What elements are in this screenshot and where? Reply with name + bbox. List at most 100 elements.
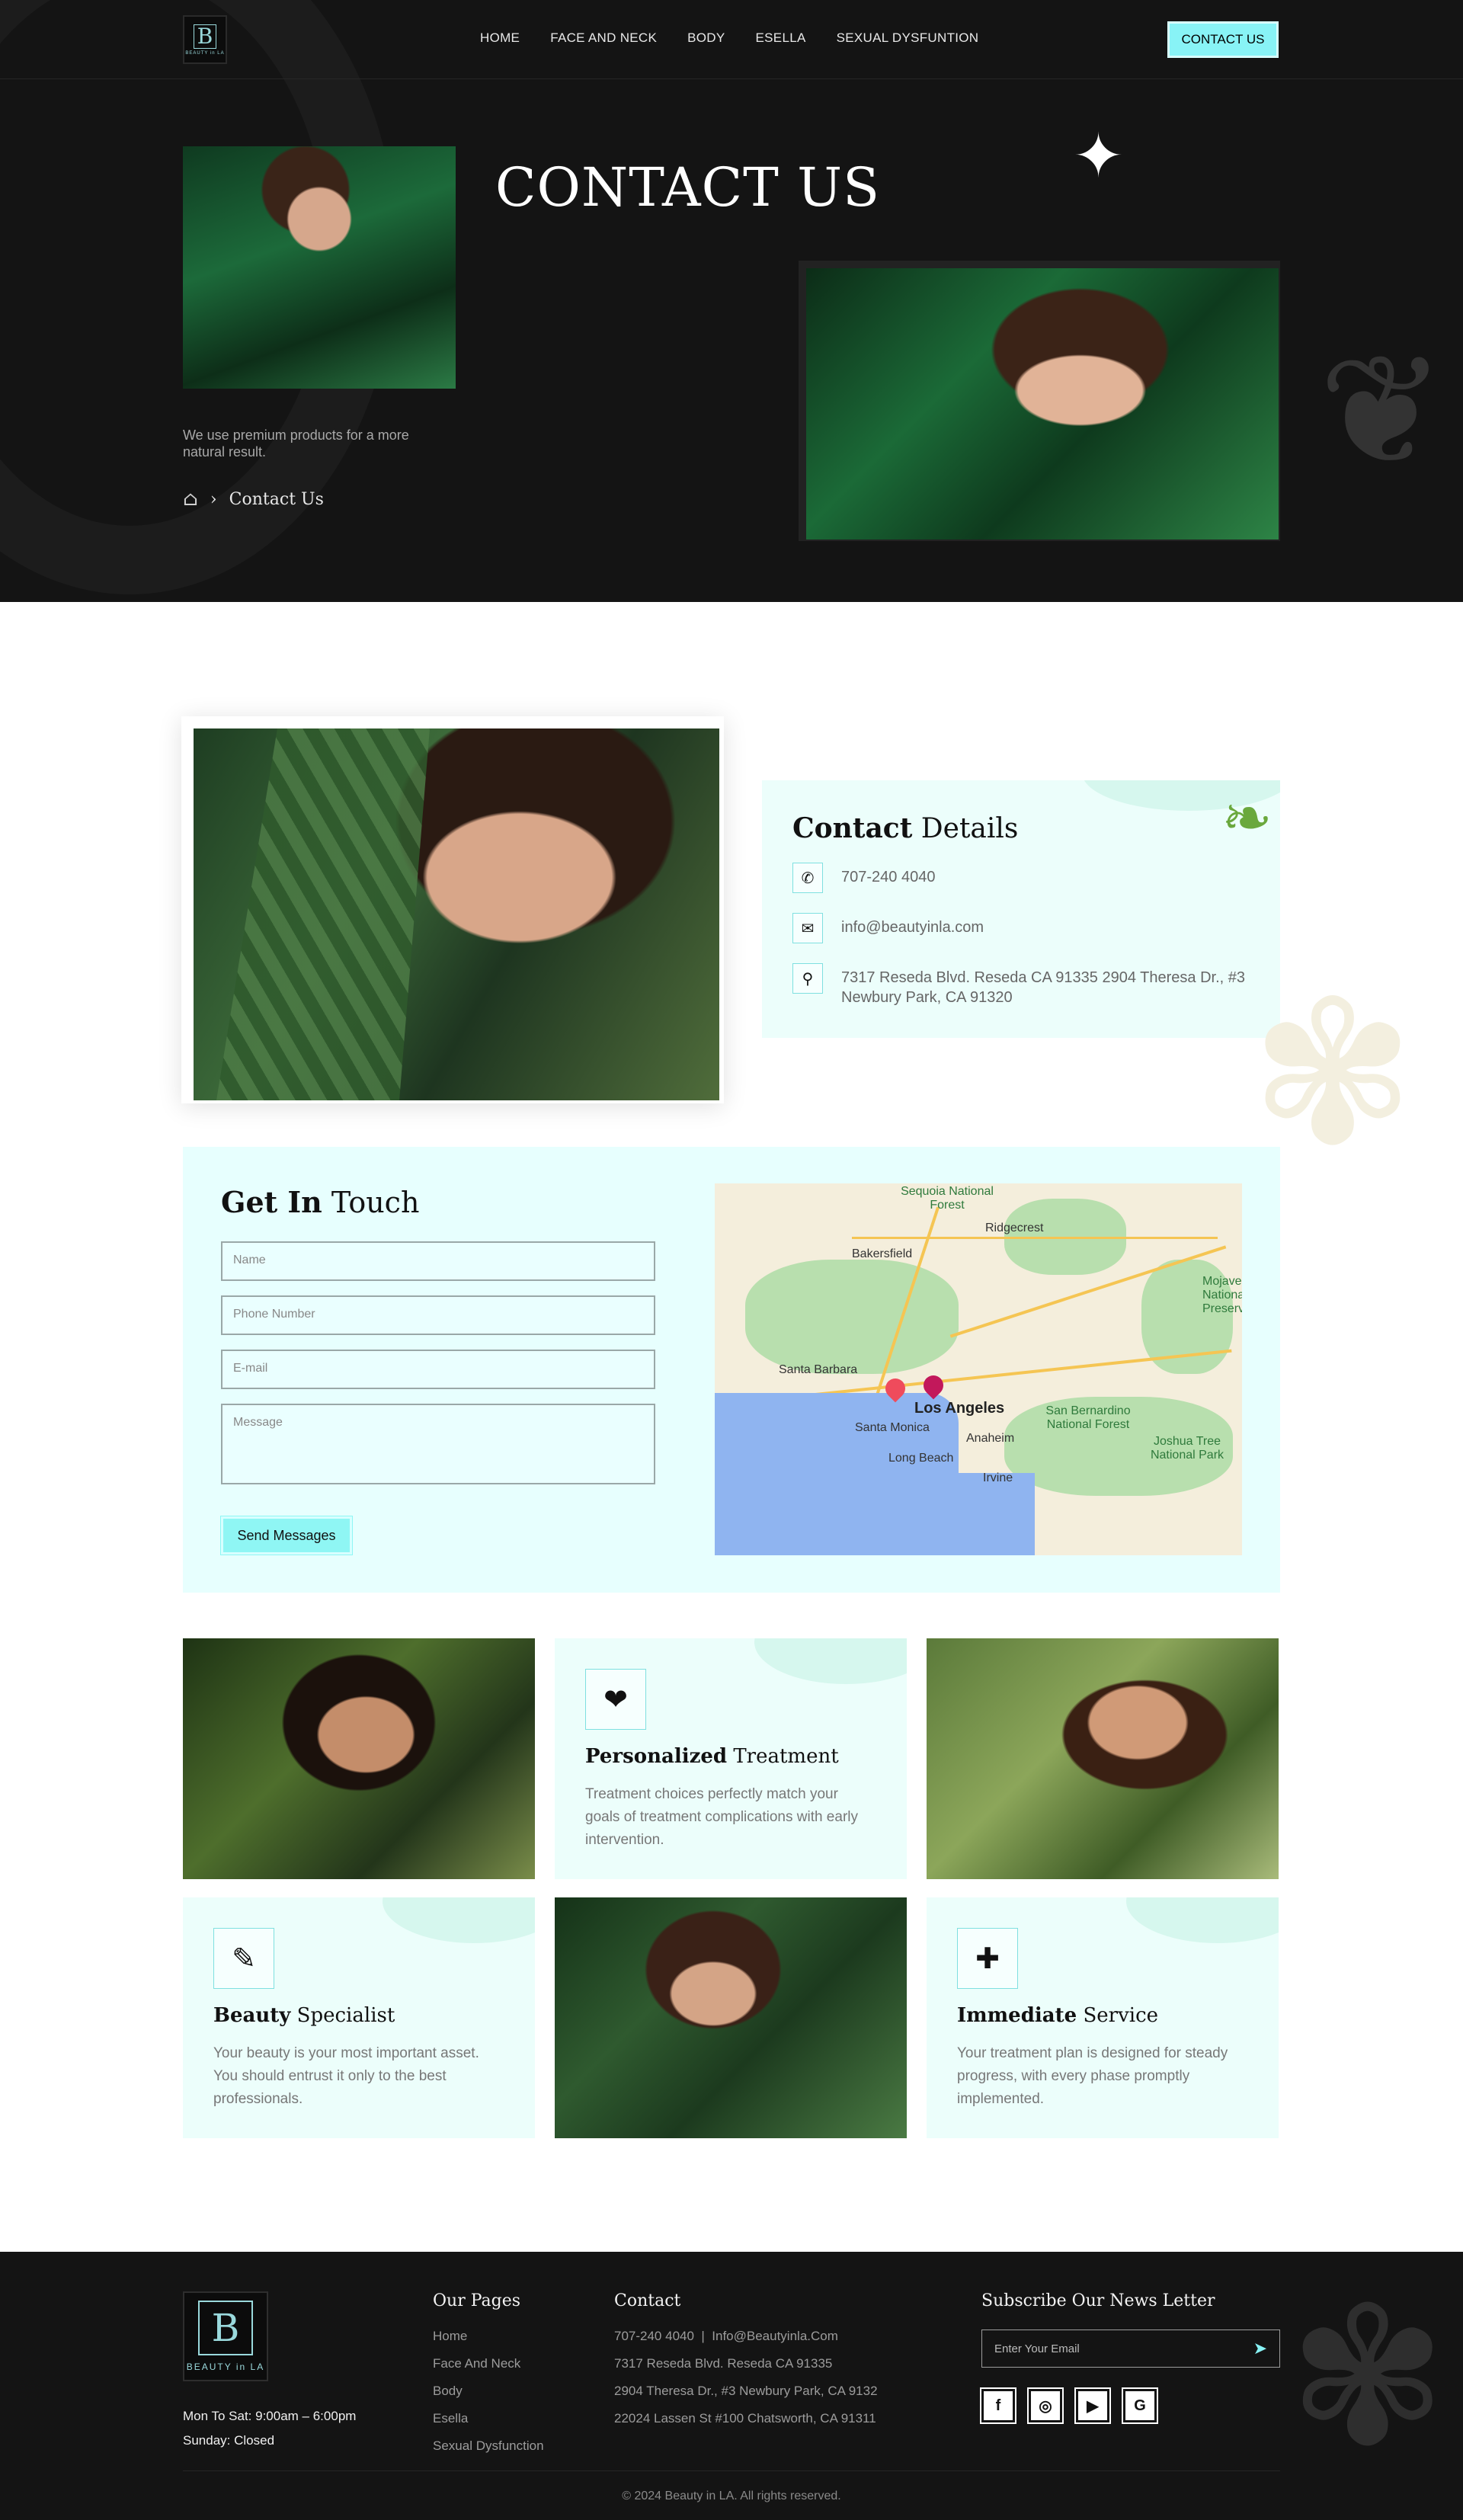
contact-address-row: ⚲ 7317 Reseda Blvd. Reseda CA 91335 2904… [792, 963, 1250, 1007]
feature-text: Treatment choices perfectly match your g… [585, 1786, 858, 1848]
business-hours: Mon To Sat: 9:00am – 6:00pm Sunday: Clos… [183, 2404, 356, 2453]
top-nav: B BEAUTY in LA HOME FACE AND NECK BODY E… [0, 0, 1463, 79]
feature-title: Personalized Treatment [585, 1745, 839, 1768]
title-bold: Contact [792, 812, 913, 844]
newsletter-email-input[interactable]: Enter Your Email ➤ [981, 2329, 1280, 2368]
nav-link-body[interactable]: BODY [687, 30, 725, 46]
title-bold: Personalized [585, 1745, 728, 1768]
footer-email[interactable]: Info@Beautyinla.Com [712, 2329, 838, 2343]
title-rest: Specialist [296, 2004, 395, 2027]
medkit-icon: ✚ [957, 1928, 1018, 1989]
map-label: Los Angeles [914, 1400, 1005, 1417]
title-rest: Touch [331, 1186, 420, 1219]
title-bold: Beauty [213, 2004, 291, 2027]
feature-text: Your treatment plan is designed for stea… [957, 2045, 1228, 2107]
feature-text: Your beauty is your most important asset… [213, 2045, 479, 2107]
newsletter-placeholder: Enter Your Email [994, 2342, 1080, 2355]
feature-title: Beauty Specialist [213, 2004, 395, 2027]
send-messages-button[interactable]: Send Messages [220, 1516, 353, 1555]
contact-address: 7317 Reseda Blvd. Reseda CA 91335 2904 T… [841, 969, 1245, 1006]
footer-link-esella[interactable]: Esella [433, 2410, 544, 2427]
card-blob [1126, 1897, 1279, 1943]
nav-link-esella[interactable]: ESELLA [756, 30, 806, 46]
feature-photo [555, 1897, 907, 2138]
contact-email: info@beautyinla.com [841, 919, 984, 936]
nav-link-sexual-dysfunction[interactable]: SEXUAL DYSFUNTION [837, 30, 979, 46]
feature-title: Immediate Service [957, 2004, 1158, 2027]
card-blob [754, 1638, 907, 1684]
title-rest: Details [920, 813, 1019, 844]
send-icon[interactable]: ➤ [1253, 2339, 1267, 2358]
facebook-icon[interactable]: f [980, 2387, 1016, 2424]
nav-link-face-and-neck[interactable]: FACE AND NECK [550, 30, 657, 46]
feature-photo [927, 1638, 1279, 1879]
map-label: Long Beach [888, 1452, 954, 1465]
home-icon[interactable]: ⌂ [183, 488, 198, 511]
map-green-area [745, 1260, 959, 1374]
hours-weekday: Mon To Sat: 9:00am – 6:00pm [183, 2409, 357, 2423]
phone-icon: ✆ [792, 863, 823, 893]
hero-section: B BEAUTY in LA HOME FACE AND NECK BODY E… [0, 0, 1463, 602]
mail-icon: ✉ [792, 913, 823, 943]
map-pin-icon: ⚲ [792, 963, 823, 994]
contact-phone-row[interactable]: ✆ 707-240 4040 [792, 863, 935, 893]
footer-link-sexual-dysfunction[interactable]: Sexual Dysfunction [433, 2438, 544, 2454]
map-label: Joshua Tree National Park [1150, 1435, 1225, 1462]
separator: | [697, 2329, 712, 2343]
breadcrumb-current: Contact Us [229, 489, 324, 509]
contact-email-row[interactable]: ✉ info@beautyinla.com [792, 913, 984, 943]
hero-description: We use premium products for a more natur… [183, 427, 409, 459]
hero-photo-large [806, 268, 1279, 540]
map-road [852, 1237, 1218, 1239]
title-bold: Get In [221, 1185, 322, 1219]
get-in-touch-title: Get In Touch [221, 1185, 419, 1219]
logo-text: BEAUTY in LA [186, 2361, 265, 2372]
footer-contact-title: Contact [614, 2291, 681, 2310]
feature-photo [183, 1638, 535, 1879]
logo-mark: B [194, 24, 216, 49]
newsletter-title: Subscribe Our News Letter [981, 2291, 1215, 2310]
message-textarea[interactable]: Message [221, 1404, 655, 1484]
title-bold: Immediate [957, 2004, 1077, 2027]
page-title: CONTACT US [495, 156, 881, 219]
nav-link-home[interactable]: HOME [480, 30, 520, 46]
logo[interactable]: B BEAUTY in LA [183, 15, 227, 64]
youtube-icon[interactable]: ▶ [1074, 2387, 1111, 2424]
footer-pages-title: Our Pages [433, 2291, 521, 2310]
feature-card-personalized: ❤ Personalized Treatment Treatment choic… [555, 1638, 907, 1879]
contact-photo [194, 728, 719, 1100]
hours-sunday: Sunday: Closed [183, 2433, 275, 2448]
footer-logo[interactable]: B BEAUTY in LA [183, 2291, 268, 2381]
nav-links: HOME FACE AND NECK BODY ESELLA SEXUAL DY… [480, 30, 978, 46]
footer-contact-list: 707-240 4040 | Info@Beautyinla.Com 7317 … [614, 2328, 878, 2427]
maple-leaf-decoration-icon: ✾ [1288, 2271, 1448, 2483]
contact-us-button[interactable]: CONTACT US [1166, 20, 1280, 59]
instagram-icon[interactable]: ◎ [1027, 2387, 1064, 2424]
footer-phone[interactable]: 707-240 4040 [614, 2329, 694, 2343]
map-label: Anaheim [966, 1432, 1015, 1445]
contact-details-title: Contact Details [792, 812, 1018, 844]
chevron-right-icon: › [210, 489, 217, 509]
feature-card-immediate-service: ✚ Immediate Service Your treatment plan … [927, 1897, 1279, 2138]
sparkle-icon: ✦ [1073, 122, 1125, 190]
map[interactable]: Sequoia National Forest Ridgecrest Baker… [715, 1183, 1242, 1555]
map-label: Irvine [983, 1471, 1013, 1484]
social-links: f ◎ ▶ G [980, 2387, 1158, 2424]
name-input[interactable]: Name [221, 1241, 655, 1281]
maple-leaf-decoration-icon: ✾ [1250, 964, 1416, 1185]
get-in-touch-section: Get In Touch Name Phone Number E-mail Me… [183, 1147, 1280, 1593]
hero-photo-small [183, 146, 456, 389]
footer-link-home[interactable]: Home [433, 2328, 544, 2345]
footer-link-body[interactable]: Body [433, 2383, 544, 2400]
google-icon[interactable]: G [1122, 2387, 1158, 2424]
map-label: Ridgecrest [985, 1222, 1044, 1234]
footer-address: 2904 Theresa Dr., #3 Newbury Park, CA 91… [614, 2384, 878, 2398]
email-input[interactable]: E-mail [221, 1350, 655, 1389]
breadcrumb: ⌂ › Contact Us [183, 488, 324, 511]
footer-link-face-and-neck[interactable]: Face And Neck [433, 2355, 544, 2372]
map-label: Sequoia National Forest [901, 1185, 994, 1212]
branch-icon: ❧ [1221, 784, 1273, 852]
phone-input[interactable]: Phone Number [221, 1295, 655, 1335]
logo-mark: B [198, 2301, 253, 2355]
footer-divider [183, 2470, 1280, 2471]
